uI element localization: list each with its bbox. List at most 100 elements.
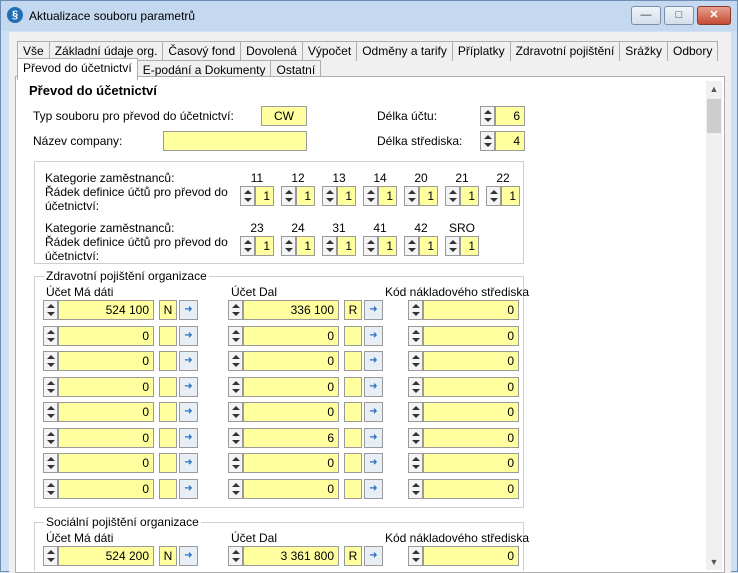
debit-spinner[interactable]: [43, 325, 58, 346]
debit-flag-field[interactable]: [159, 402, 177, 422]
category-row-value[interactable]: 1: [337, 236, 356, 256]
credit-account-field[interactable]: 336 100: [243, 300, 339, 320]
center-spinner[interactable]: [408, 402, 423, 422]
credit-spinner[interactable]: [228, 427, 243, 448]
debit-account-field[interactable]: 0: [58, 376, 154, 397]
credit-account-field[interactable]: 0: [243, 478, 339, 499]
debit-flag-dropdown-icon[interactable]: ➜: [179, 351, 198, 371]
credit-flag-dropdown-icon[interactable]: ➜: [364, 453, 383, 473]
category-spinner[interactable]: [281, 186, 296, 206]
credit-flag-field[interactable]: [344, 427, 362, 448]
minimize-button[interactable]: —: [631, 6, 661, 25]
credit-flag-dropdown-icon[interactable]: ➜: [364, 325, 383, 346]
center-spinner[interactable]: [408, 453, 423, 473]
credit-flag-field[interactable]: [344, 325, 362, 346]
debit-flag-field[interactable]: [159, 351, 177, 371]
category-row-value[interactable]: 1: [296, 236, 315, 256]
debit-flag-field[interactable]: [159, 325, 177, 346]
debit-account-field[interactable]: 0: [58, 325, 154, 346]
tab-row1-3[interactable]: Dovolená: [240, 41, 303, 61]
credit-spinner[interactable]: [228, 402, 243, 422]
tab-row1-6[interactable]: Příplatky: [451, 41, 511, 61]
credit-spinner[interactable]: [228, 351, 243, 371]
credit-flag-field[interactable]: [344, 402, 362, 422]
credit-account-field[interactable]: 0: [243, 351, 339, 371]
debit-flag-field[interactable]: [159, 376, 177, 397]
credit-account-field[interactable]: 0: [243, 402, 339, 422]
credit-account-field[interactable]: 0: [243, 325, 339, 346]
credit-flag-dropdown-icon[interactable]: ➜: [364, 402, 383, 422]
tab-row1-2[interactable]: Časový fond: [162, 41, 242, 61]
scroll-up-icon[interactable]: ▲: [706, 81, 722, 97]
maximize-button[interactable]: □: [664, 6, 694, 25]
tab-row1-4[interactable]: Výpočet: [301, 41, 358, 61]
category-row-value[interactable]: 1: [378, 186, 397, 206]
debit-flag-dropdown-icon[interactable]: ➜: [179, 478, 198, 499]
tab-row2-0[interactable]: Převod do účetnictví: [17, 58, 138, 80]
category-row-value[interactable]: 1: [255, 236, 274, 256]
debit-spinner[interactable]: [43, 300, 58, 320]
credit-spinner[interactable]: [228, 478, 243, 499]
debit-account-field[interactable]: 0: [58, 402, 154, 422]
debit-account-field[interactable]: 0: [58, 427, 154, 448]
debit-flag-dropdown-icon[interactable]: ➜: [179, 376, 198, 397]
credit-flag-dropdown-icon[interactable]: ➜: [364, 427, 383, 448]
credit-account-field[interactable]: 0: [243, 376, 339, 397]
credit-flag-field[interactable]: [344, 453, 362, 473]
category-row-value[interactable]: 1: [337, 186, 356, 206]
category-spinner[interactable]: [404, 186, 419, 206]
center-code-field[interactable]: 0: [423, 546, 519, 566]
credit-spinner[interactable]: [228, 325, 243, 346]
category-spinner[interactable]: [322, 236, 337, 256]
category-spinner[interactable]: [322, 186, 337, 206]
category-row-value[interactable]: 1: [460, 186, 479, 206]
category-row-value[interactable]: 1: [378, 236, 397, 256]
credit-flag-dropdown-icon[interactable]: ➜: [364, 546, 383, 566]
category-spinner[interactable]: [281, 236, 296, 256]
credit-account-field[interactable]: 0: [243, 453, 339, 473]
debit-flag-dropdown-icon[interactable]: ➜: [179, 402, 198, 422]
credit-flag-dropdown-icon[interactable]: ➜: [364, 376, 383, 397]
debit-account-field[interactable]: 524 100: [58, 300, 154, 320]
close-button[interactable]: ✕: [697, 6, 731, 25]
credit-spinner[interactable]: [228, 546, 243, 566]
debit-flag-dropdown-icon[interactable]: ➜: [179, 325, 198, 346]
category-spinner[interactable]: [445, 236, 460, 256]
center-spinner[interactable]: [408, 478, 423, 499]
credit-flag-dropdown-icon[interactable]: ➜: [364, 351, 383, 371]
account-length-field[interactable]: 6: [495, 106, 525, 126]
credit-account-field[interactable]: 6: [243, 427, 339, 448]
credit-flag-field[interactable]: R: [344, 546, 362, 566]
credit-flag-dropdown-icon[interactable]: ➜: [364, 300, 383, 320]
center-spinner[interactable]: [408, 546, 423, 566]
category-spinner[interactable]: [404, 236, 419, 256]
category-spinner[interactable]: [363, 186, 378, 206]
center-code-field[interactable]: 0: [423, 453, 519, 473]
category-spinner[interactable]: [445, 186, 460, 206]
debit-flag-field[interactable]: [159, 427, 177, 448]
tab-row1-9[interactable]: Odbory: [666, 41, 719, 61]
center-code-field[interactable]: 0: [423, 376, 519, 397]
center-code-field[interactable]: 0: [423, 478, 519, 499]
credit-flag-dropdown-icon[interactable]: ➜: [364, 478, 383, 499]
debit-flag-field[interactable]: N: [159, 546, 177, 566]
debit-account-field[interactable]: 0: [58, 351, 154, 371]
tab-row1-5[interactable]: Odměny a tarify: [356, 41, 453, 61]
debit-spinner[interactable]: [43, 546, 58, 566]
category-spinner[interactable]: [240, 186, 255, 206]
center-code-field[interactable]: 0: [423, 427, 519, 448]
tab-row1-8[interactable]: Srážky: [619, 41, 668, 61]
debit-spinner[interactable]: [43, 478, 58, 499]
center-length-field[interactable]: 4: [495, 131, 525, 151]
debit-flag-dropdown-icon[interactable]: ➜: [179, 453, 198, 473]
center-code-field[interactable]: 0: [423, 300, 519, 320]
category-row-value[interactable]: 1: [296, 186, 315, 206]
vertical-scrollbar[interactable]: ▲ ▼: [706, 81, 722, 570]
category-row-value[interactable]: 1: [419, 236, 438, 256]
center-spinner[interactable]: [408, 427, 423, 448]
debit-account-field[interactable]: 524 200: [58, 546, 154, 566]
debit-flag-field[interactable]: [159, 478, 177, 499]
category-spinner[interactable]: [363, 236, 378, 256]
debit-account-field[interactable]: 0: [58, 478, 154, 499]
category-spinner[interactable]: [240, 236, 255, 256]
